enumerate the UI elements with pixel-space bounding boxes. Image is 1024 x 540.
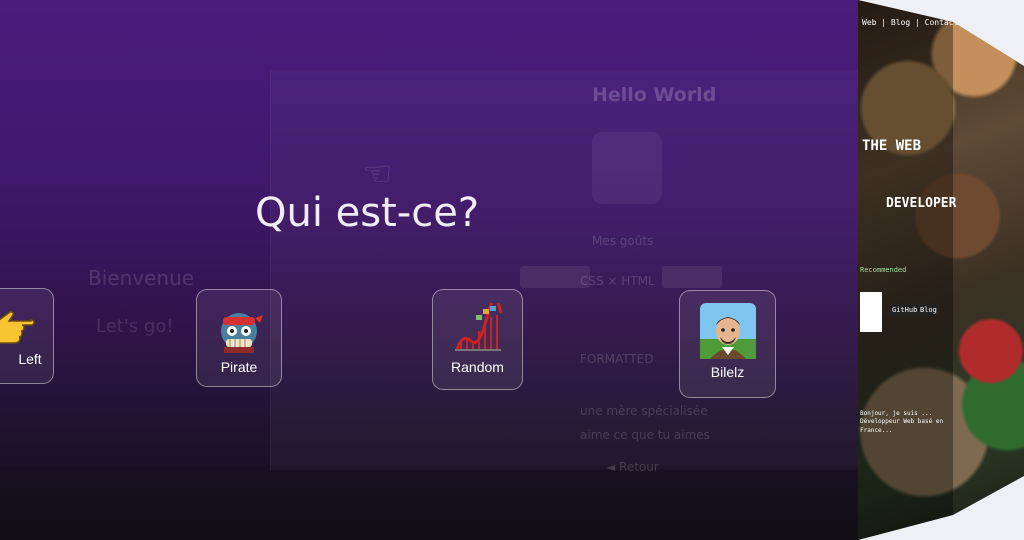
page-heading: Qui est-ce? (255, 190, 480, 236)
side-white-card (860, 292, 882, 332)
side-title-1: THE WEB (862, 138, 922, 154)
side-tag[interactable]: GitHub (890, 304, 920, 316)
choice-left-button[interactable]: Left (0, 288, 54, 384)
side-recommend: Recommended (860, 266, 907, 274)
side-title-2: DEVELOPER (886, 196, 957, 211)
ghost-badge (662, 266, 722, 288)
ghost-row: une mère spécialisée (580, 404, 708, 418)
pointing-hand-icon (0, 301, 37, 353)
side-intro-text: Bonjour, je suis ... Développeur Web bas… (860, 410, 944, 434)
cube-side-face: Web | Blog | Contact THE WEB DEVELOPER R… (858, 0, 1024, 540)
choice-label: Random (451, 359, 504, 375)
ghost-row: CSS × HTML (580, 274, 655, 288)
ghost-sub-greeting: Let's go! (96, 316, 174, 337)
cube-front-face: Hello World Mes goûts CSS × HTML FORMATT… (0, 0, 858, 540)
choice-bilelz-button[interactable]: Bilelz (679, 290, 776, 398)
room-floor (0, 465, 858, 540)
ghost-back-link: ◄ Retour (606, 460, 659, 474)
ghost-pointer-icon: ☜ (362, 154, 393, 194)
ghost-page-title: Hello World (592, 84, 717, 106)
avatar-icon (699, 303, 756, 359)
side-nav[interactable]: Web | Blog | Contact (862, 18, 958, 27)
ghost-greeting: Bienvenue (88, 266, 195, 290)
ghost-row: FORMATTED (580, 352, 654, 366)
choice-random-button[interactable]: Random (432, 289, 523, 390)
choice-label: Left (18, 351, 42, 367)
ghost-section-title: Mes goûts (592, 234, 654, 248)
choice-pirate-button[interactable]: Pirate (196, 289, 282, 387)
roller-coaster-icon (452, 302, 504, 354)
choice-label: Bilelz (710, 364, 745, 380)
ghost-row: aime ce que tu aimes (580, 428, 710, 442)
ghost-avatar (592, 132, 662, 204)
pirate-cat-icon (213, 302, 265, 354)
choice-label: Pirate (220, 359, 258, 375)
side-tag[interactable]: Blog (918, 304, 939, 316)
